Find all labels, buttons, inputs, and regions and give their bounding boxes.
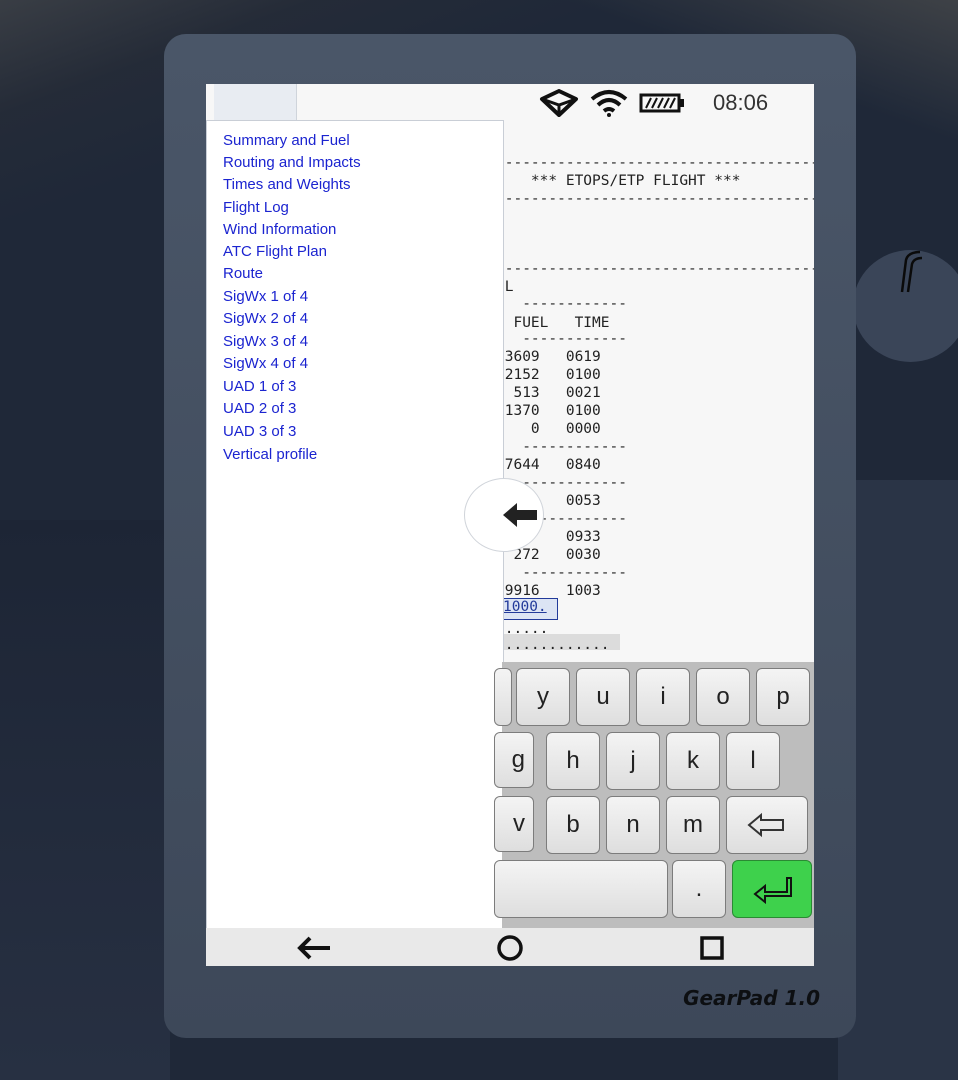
menu-item-route[interactable]: Route bbox=[223, 265, 263, 282]
doc-line: 513 0021 bbox=[496, 385, 601, 401]
doc-line: 0 0000 bbox=[496, 421, 601, 437]
menu-item-atc-flight-plan[interactable]: ATC Flight Plan bbox=[223, 243, 327, 260]
menu-item-sigwx-1[interactable]: SigWx 1 of 4 bbox=[223, 288, 308, 305]
doc-line: ----------------------------------------… bbox=[496, 261, 814, 277]
enter-icon bbox=[753, 877, 792, 904]
key-k[interactable]: k bbox=[666, 732, 720, 790]
key-b[interactable]: b bbox=[546, 796, 600, 854]
section-menu: Summary and Fuel Routing and Impacts Tim… bbox=[206, 120, 504, 930]
menu-item-uad-3[interactable]: UAD 3 of 3 bbox=[223, 423, 296, 440]
doc-line: 2152 0100 bbox=[496, 367, 601, 383]
doc-line: 17644 0840 bbox=[496, 457, 601, 473]
status-time: 08:06 bbox=[713, 90, 769, 115]
space-key[interactable] bbox=[494, 860, 668, 918]
key-v[interactable]: v bbox=[494, 796, 534, 852]
back-arrow-icon bbox=[297, 936, 330, 960]
wifi-icon bbox=[590, 90, 628, 117]
nav-home-button[interactable] bbox=[490, 931, 530, 965]
key-partial[interactable] bbox=[494, 668, 512, 726]
key-j[interactable]: j bbox=[606, 732, 660, 790]
doc-line: ------------ bbox=[496, 296, 627, 312]
key-h[interactable]: h bbox=[546, 732, 600, 790]
key-i[interactable]: i bbox=[636, 668, 690, 726]
device-brand-label: GearPad 1.0 bbox=[683, 986, 820, 1010]
backspace-arrow-icon bbox=[747, 812, 784, 838]
nav-back-button[interactable] bbox=[294, 931, 334, 965]
on-screen-keyboard: y u i o p g h j k l v b n m . bbox=[494, 662, 814, 928]
menu-item-uad-1[interactable]: UAD 1 of 3 bbox=[223, 378, 296, 395]
battery-icon bbox=[639, 93, 684, 113]
doc-line: 13609 0619 bbox=[496, 349, 601, 365]
nav-recents-button[interactable] bbox=[692, 931, 732, 965]
background-panel-left bbox=[0, 520, 170, 1080]
doc-line: ----------------------------------------… bbox=[496, 155, 814, 171]
cube-icon bbox=[540, 89, 578, 117]
home-circle-icon bbox=[497, 935, 523, 961]
key-u[interactable]: u bbox=[576, 668, 630, 726]
key-p[interactable]: p bbox=[756, 668, 810, 726]
key-l[interactable]: l bbox=[726, 732, 780, 790]
status-left-box bbox=[214, 84, 297, 120]
key-o[interactable]: o bbox=[696, 668, 750, 726]
menu-item-wind-information[interactable]: Wind Information bbox=[223, 221, 336, 238]
close-menu-button[interactable] bbox=[464, 478, 544, 552]
menu-item-routing-impacts[interactable]: Routing and Impacts bbox=[223, 154, 361, 171]
highlighted-text: 1000. bbox=[503, 599, 547, 615]
doc-line: *** ETOPS/ETP FLIGHT *** bbox=[496, 173, 741, 189]
key-n[interactable]: n bbox=[606, 796, 660, 854]
menu-item-sigwx-3[interactable]: SigWx 3 of 4 bbox=[223, 333, 308, 350]
flight-plan-document[interactable]: / --------------------------------------… bbox=[496, 120, 814, 680]
menu-item-uad-2[interactable]: UAD 2 of 3 bbox=[223, 400, 296, 417]
key-m[interactable]: m bbox=[666, 796, 720, 854]
menu-item-summary-fuel[interactable]: Summary and Fuel bbox=[223, 132, 350, 149]
background-panel bbox=[838, 480, 958, 1080]
doc-line: ------------ bbox=[496, 565, 627, 581]
navigation-bar bbox=[206, 928, 814, 966]
menu-item-flight-log[interactable]: Flight Log bbox=[223, 199, 289, 216]
knob-indicator-icon bbox=[900, 250, 923, 293]
key-dot[interactable]: . bbox=[672, 860, 726, 918]
key-g[interactable]: g bbox=[494, 732, 534, 788]
tablet-screen: 08:06 / --------------------------------… bbox=[206, 84, 814, 966]
menu-item-times-weights[interactable]: Times and Weights bbox=[223, 176, 351, 193]
backspace-key[interactable] bbox=[726, 796, 808, 854]
left-arrow-icon bbox=[503, 503, 537, 527]
recents-square-icon bbox=[700, 936, 724, 960]
highlighted-field[interactable]: 1000. bbox=[500, 598, 558, 620]
enter-key[interactable] bbox=[732, 860, 812, 918]
menu-item-sigwx-4[interactable]: SigWx 4 of 4 bbox=[223, 355, 308, 372]
doc-line: 1370 0100 bbox=[496, 403, 601, 419]
doc-line: ----------------------------------------… bbox=[496, 191, 814, 207]
doc-line: ------------ bbox=[496, 331, 627, 347]
doc-line: ............ bbox=[496, 637, 610, 653]
key-y[interactable]: y bbox=[516, 668, 570, 726]
doc-line: ------------ bbox=[496, 439, 627, 455]
status-bar: 08:06 bbox=[206, 84, 814, 120]
status-icons bbox=[539, 88, 685, 118]
menu-item-sigwx-2[interactable]: SigWx 2 of 4 bbox=[223, 310, 308, 327]
menu-item-vertical-profile[interactable]: Vertical profile bbox=[223, 446, 317, 463]
